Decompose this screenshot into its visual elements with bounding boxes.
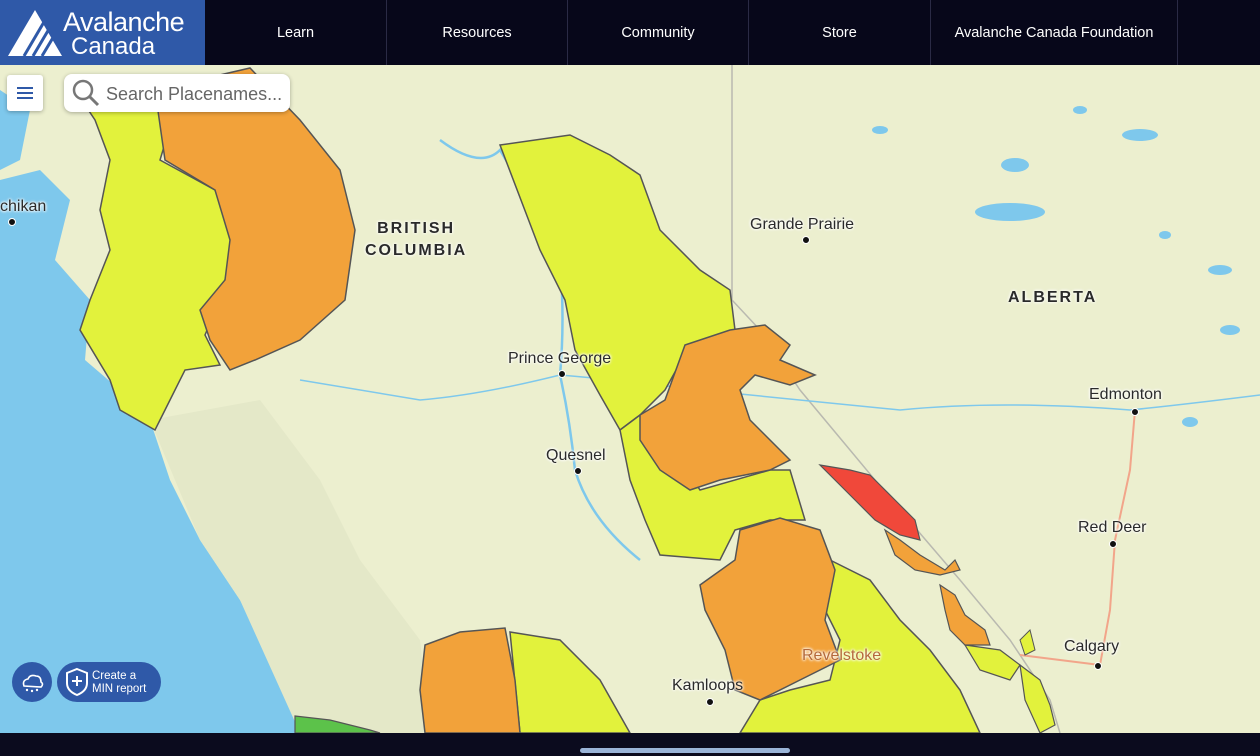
nav-learn[interactable]: Learn (205, 0, 387, 65)
search-icon (72, 79, 100, 107)
top-nav-bar: Avalanche Canada Learn Resources Communi… (0, 0, 1260, 65)
min-button-text: Create a MIN report (92, 670, 146, 696)
bc-line1: BRITISH (377, 220, 456, 237)
province-label-bc: BRITISH COLUMBIA (365, 218, 467, 262)
search-box[interactable] (64, 74, 290, 112)
place-label-quesnel: Quesnel (546, 447, 606, 464)
nav-foundation[interactable]: Avalanche Canada Foundation (931, 0, 1178, 65)
weather-icon (22, 674, 44, 693)
avalanche-canada-logo[interactable]: Avalanche Canada (0, 0, 205, 65)
place-dot-quesnel (574, 467, 582, 475)
brand-line2: Canada (71, 33, 156, 60)
logo-mountain-icon (8, 10, 62, 56)
brand-line1: Avalanche (63, 7, 185, 37)
min-line1: Create a (92, 670, 137, 682)
place-label-revelstoke: Revelstoke (802, 647, 882, 664)
bottom-bar (0, 733, 1260, 756)
forecast-map[interactable]: BRITISH COLUMBIA ALBERTA chikan Grande P… (0, 65, 1260, 733)
place-dot-chikan (8, 218, 16, 226)
nav-resources[interactable]: Resources (387, 0, 568, 65)
place-label-prince-george: Prince George (508, 350, 612, 367)
min-report-icon (66, 667, 88, 697)
place-dot-grande-prairie (802, 236, 810, 244)
create-min-report-button[interactable]: Create a MIN report (57, 662, 161, 702)
nav-store[interactable]: Store (749, 0, 931, 65)
min-line2: MIN report (92, 683, 147, 695)
place-dot-prince-george (558, 370, 566, 378)
nav-community[interactable]: Community (568, 0, 749, 65)
place-label-calgary: Calgary (1064, 638, 1120, 655)
place-dot-edmonton (1131, 408, 1139, 416)
place-label-chikan: chikan (0, 198, 47, 215)
province-label-alberta: ALBERTA (1008, 289, 1098, 306)
place-dot-calgary (1094, 662, 1102, 670)
place-label-red-deer: Red Deer (1078, 519, 1147, 536)
place-dot-kamloops (706, 698, 714, 706)
place-label-edmonton: Edmonton (1089, 386, 1162, 403)
bc-line2: COLUMBIA (365, 242, 468, 259)
menu-icon (17, 87, 33, 89)
weather-button[interactable] (12, 662, 52, 702)
place-dot-red-deer (1109, 540, 1117, 548)
map-canvas (0, 65, 1260, 733)
home-indicator[interactable] (580, 748, 790, 753)
menu-button[interactable] (7, 75, 43, 111)
place-label-grande-prairie: Grande Prairie (750, 216, 855, 233)
place-label-kamloops: Kamloops (672, 677, 744, 694)
search-input[interactable] (104, 81, 288, 107)
